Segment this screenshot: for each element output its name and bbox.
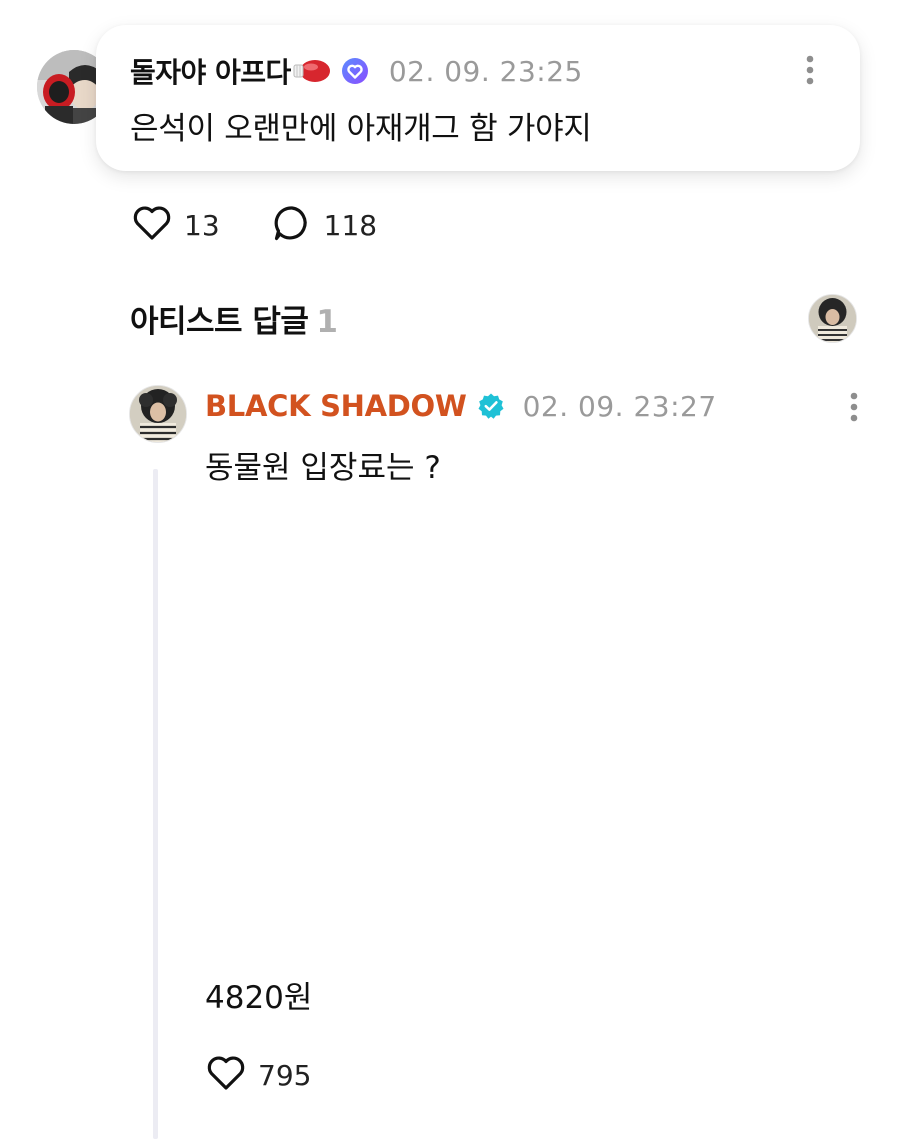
artist-replies-count: 1 [316, 304, 338, 340]
artist-replies-heading: 아티스트 답글 1 [130, 296, 338, 341]
verified-badge-icon [477, 392, 505, 420]
like-button[interactable]: 13 [132, 205, 220, 245]
artist-avatar-image [130, 386, 186, 442]
membership-heart-badge-icon [341, 57, 369, 85]
reply-button[interactable]: 118 [272, 203, 377, 247]
artist-avatar[interactable] [129, 385, 187, 443]
like-count: 13 [184, 208, 220, 242]
artist-like-count: 795 [258, 1058, 312, 1092]
artist-reply-text-line1: 동물원 입장료는 ? [205, 450, 441, 486]
boxing-glove-icon [293, 58, 331, 84]
more-options-icon[interactable] [806, 55, 814, 85]
fan-comment-reactions: 13 118 [132, 203, 429, 247]
heart-icon [132, 205, 172, 245]
artist-more-options-icon[interactable] [850, 392, 858, 422]
reply-thread-line [153, 469, 158, 1139]
speech-bubble-icon [272, 203, 312, 247]
artist-like-button[interactable]: 795 [206, 1055, 311, 1095]
heart-icon [206, 1055, 246, 1095]
artist-replies-title: 아티스트 답글 [130, 304, 309, 340]
reply-count: 118 [323, 208, 378, 242]
artist-reply-timestamp: 02. 09. 23:27 [522, 389, 717, 423]
artist-reply-header: BLACK SHADOW 02. 09. 23:27 [205, 389, 717, 423]
artist-avatar-small[interactable] [808, 294, 857, 343]
fan-comment-header: 돌자야 아프다 02. 09. 23:25 [130, 51, 583, 91]
artist-reply-text-line2: 4820원 [205, 980, 313, 1016]
artist-avatar-small-image [809, 295, 856, 342]
fan-comment-timestamp: 02. 09. 23:25 [388, 54, 583, 88]
fan-comment-text: 은석이 오랜만에 아재개그 함 가야지 [130, 111, 592, 147]
fan-author-name[interactable]: 돌자야 아프다 [130, 51, 291, 91]
fan-comment-card: 돌자야 아프다 02. 09. 23:25 은석이 오랜만에 아재개그 함 가야… [96, 25, 860, 171]
artist-author-name[interactable]: BLACK SHADOW [205, 389, 467, 423]
